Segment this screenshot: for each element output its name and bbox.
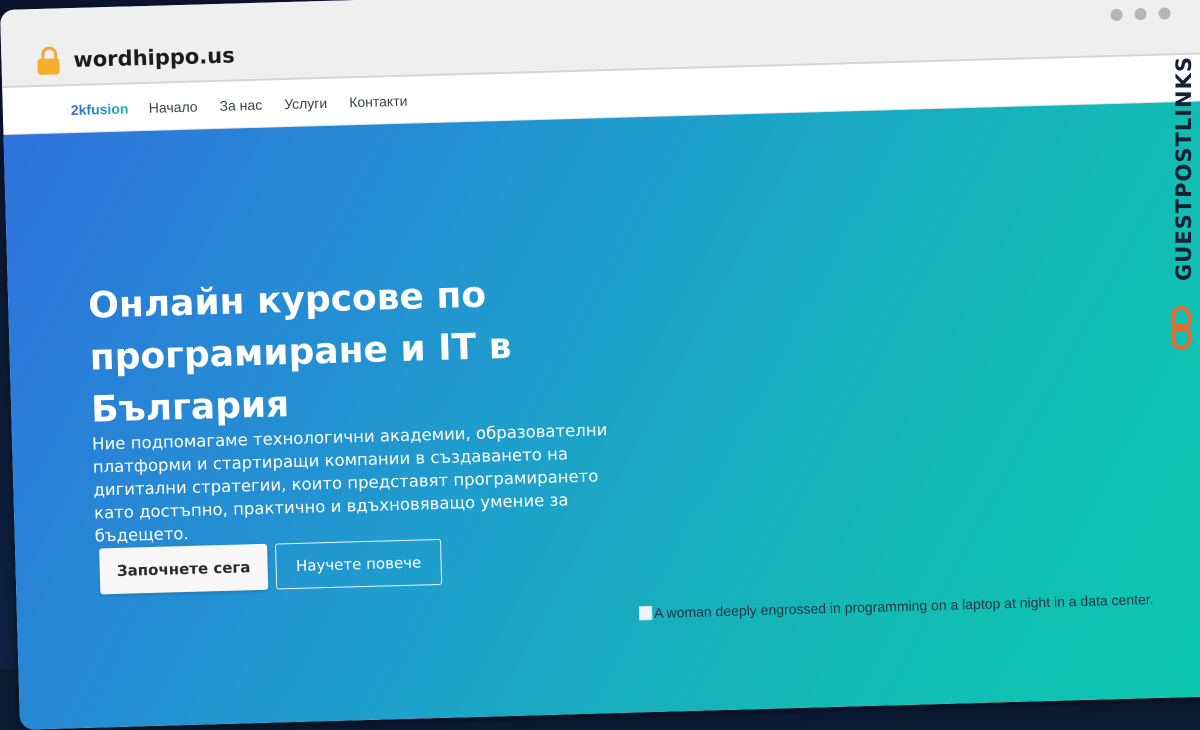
nav-links: Начало За нас Услуги Контакти: [149, 93, 408, 116]
hero-section: Онлайн курсове по програмиране и IT в Бъ…: [3, 100, 1200, 730]
get-started-button[interactable]: Започнете сега: [99, 543, 269, 595]
hero-description: Ние подпомагаме технологични академии, о…: [91, 420, 608, 546]
brand-logo[interactable]: 2kfusion: [71, 100, 129, 118]
watermark-text: GUESTPOSTLINKS: [1172, 56, 1196, 281]
link-icon: [1171, 306, 1191, 350]
browser-window: wordhippo.us 2kfusion Начало За нас Услу…: [0, 0, 1200, 730]
hero-title: Онлайн курсове по програмиране и IT в Бъ…: [87, 274, 512, 431]
dot-icon[interactable]: [1134, 7, 1147, 21]
window-controls: [1110, 7, 1171, 21]
dot-icon[interactable]: [1158, 7, 1171, 20]
nav-link-contacts[interactable]: Контакти: [349, 93, 408, 111]
dot-icon[interactable]: [1110, 8, 1123, 21]
nav-link-home[interactable]: Начало: [149, 99, 198, 116]
watermark: GUESTPOSTLINKS: [1152, 56, 1196, 356]
learn-more-button[interactable]: Научете повече: [275, 538, 443, 590]
hero-image-placeholder: A woman deeply engrossed in programming …: [638, 591, 1154, 621]
hero-image-alt-text: A woman deeply engrossed in programming …: [653, 591, 1154, 621]
address-bar-url[interactable]: wordhippo.us: [73, 43, 235, 71]
lock-icon: [37, 46, 60, 77]
broken-image-icon: [638, 606, 653, 621]
nav-link-about[interactable]: За нас: [219, 97, 262, 114]
nav-link-services[interactable]: Услуги: [284, 95, 327, 112]
